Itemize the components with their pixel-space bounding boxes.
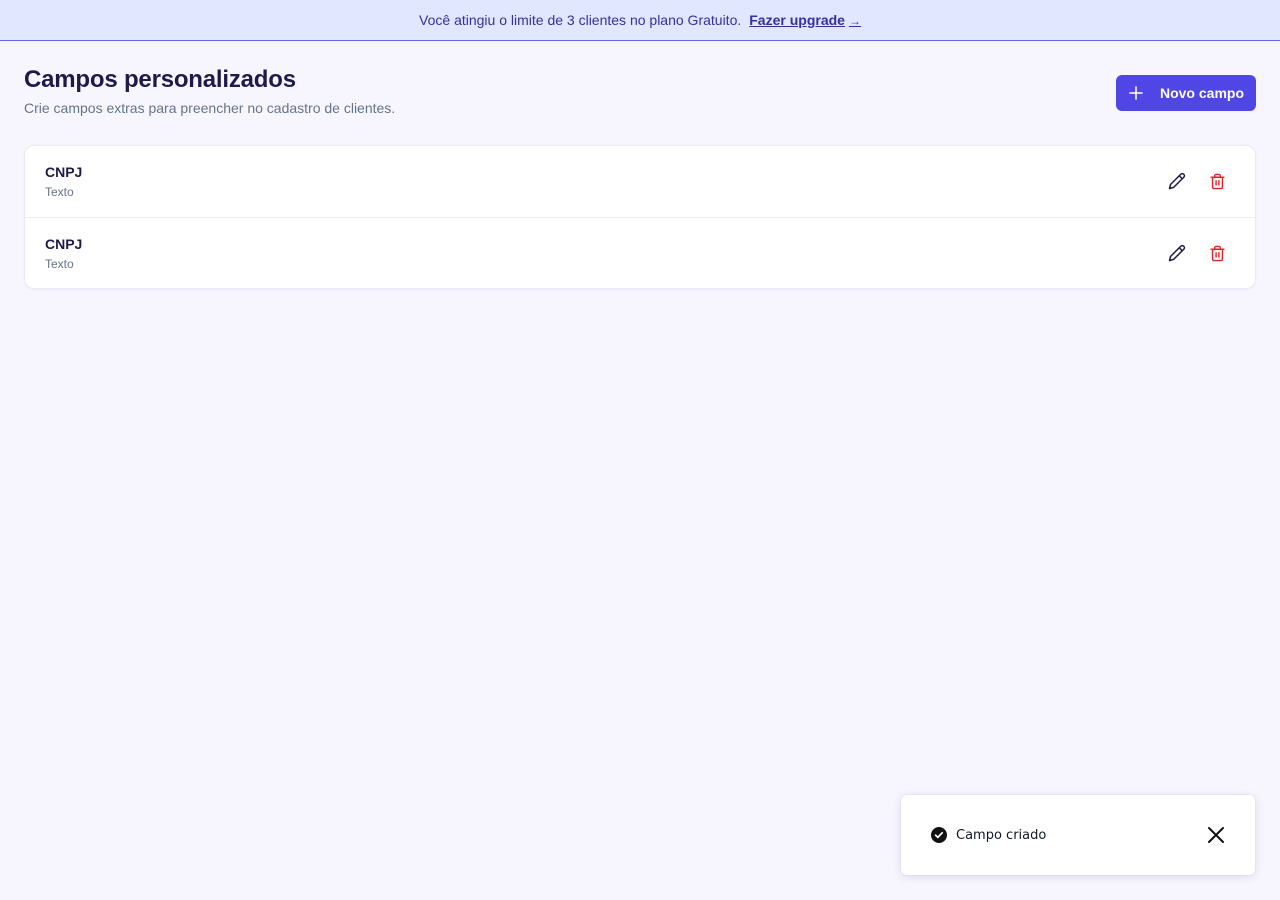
edit-button[interactable] — [1167, 242, 1187, 264]
page-subtitle: Crie campos extras para preencher no cad… — [24, 100, 396, 116]
toast-notification: Campo criado — [901, 795, 1255, 875]
trash-icon — [1209, 245, 1225, 261]
pencil-icon — [1168, 244, 1186, 262]
upgrade-link[interactable]: Fazer upgrade → — [749, 12, 861, 28]
pencil-icon — [1168, 172, 1186, 190]
new-field-button-label: Novo campo — [1159, 85, 1244, 101]
row-actions — [1167, 170, 1227, 192]
edit-button[interactable] — [1167, 170, 1187, 192]
check-circle-icon — [931, 827, 947, 843]
plus-icon — [1128, 85, 1144, 101]
field-type: Texto — [45, 257, 74, 271]
new-field-button[interactable]: Novo campo — [1115, 75, 1256, 111]
page-header: Campos personalizados Crie campos extras… — [24, 66, 1256, 116]
page-title: Campos personalizados — [24, 66, 296, 93]
trash-icon — [1209, 173, 1225, 189]
banner-message: Você atingiu o limite de 3 clientes no p… — [419, 12, 742, 28]
fields-list: CNPJ Texto CNPJ Texto — [24, 145, 1256, 289]
list-item: CNPJ Texto — [25, 217, 1255, 288]
delete-button[interactable] — [1207, 242, 1227, 264]
row-actions — [1167, 242, 1227, 264]
field-name: CNPJ — [45, 236, 83, 252]
toast-message: Campo criado — [956, 827, 1047, 843]
upgrade-banner: Você atingiu o limite de 3 clientes no p… — [0, 0, 1280, 41]
arrow-right-icon: → — [848, 14, 861, 28]
close-icon[interactable] — [1207, 826, 1225, 844]
upgrade-link-label: Fazer upgrade — [749, 12, 845, 28]
delete-button[interactable] — [1207, 170, 1227, 192]
field-type: Texto — [45, 185, 74, 199]
field-name: CNPJ — [45, 164, 83, 180]
list-item: CNPJ Texto — [25, 146, 1255, 217]
